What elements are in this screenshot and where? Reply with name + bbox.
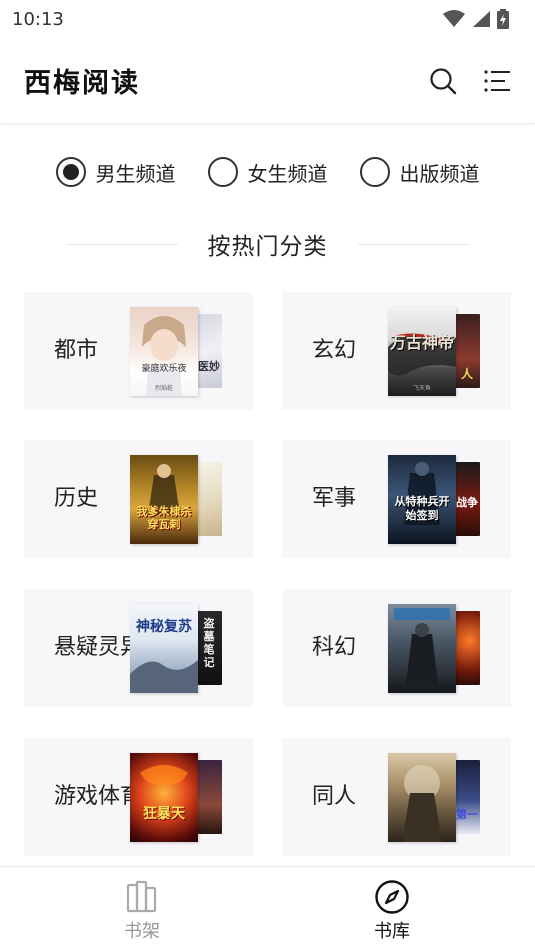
cover-title: 我爹朱棣杀穿瓦剌 xyxy=(136,505,192,531)
wifi-icon xyxy=(443,10,465,27)
book-cover-front: 狂暴天 xyxy=(130,753,198,842)
book-cover-front: 从特种兵开始签到 xyxy=(388,455,456,544)
cover-title: 神秘复苏 xyxy=(136,619,192,635)
book-cover-front xyxy=(388,753,456,842)
cover-title: 战争 xyxy=(456,496,478,509)
channel-label: 出版频道 xyxy=(399,161,480,186)
book-cover-back xyxy=(454,611,480,685)
category-card-military[interactable]: 军事 战争 从特种兵开始签到 xyxy=(282,440,511,558)
cover-title: 豪庭欢乐夜 xyxy=(141,364,187,374)
nav-label: 书库 xyxy=(374,921,410,942)
category-card-urban[interactable]: 都市 医妙 豪庭欢乐夜 烈焰乾 xyxy=(24,292,253,410)
category-label: 同人 xyxy=(312,784,357,809)
divider-right xyxy=(357,243,468,245)
bottom-navigation: 书架 书库 xyxy=(0,866,535,951)
category-label: 悬疑灵异 xyxy=(54,635,143,660)
category-label: 都市 xyxy=(54,338,99,363)
category-card-scifi[interactable]: 科幻 xyxy=(282,589,511,707)
category-label: 历史 xyxy=(54,486,99,511)
cover-title: 人 xyxy=(460,367,473,381)
app-title: 西梅阅读 xyxy=(24,68,140,99)
compass-icon xyxy=(375,880,409,914)
cover-title: 第一 xyxy=(456,808,478,821)
cover-author: 烈焰乾 xyxy=(154,385,173,392)
category-label: 游戏体育 xyxy=(54,784,143,809)
category-card-fanfiction[interactable]: 同人 第一 xyxy=(282,738,511,856)
radio-unchecked-icon[interactable] xyxy=(359,157,390,187)
nav-label: 书架 xyxy=(124,921,160,942)
book-cover-back: 战争 xyxy=(454,462,480,536)
book-cover-front: 万古神帝 飞天鱼 xyxy=(388,307,456,396)
radio-unchecked-icon[interactable] xyxy=(207,157,238,187)
book-cover-front: 我爹朱棣杀穿瓦剌 xyxy=(130,455,198,544)
section-header: 按热门分类 xyxy=(0,222,535,266)
cover-title: 万古神帝 xyxy=(389,333,454,352)
book-cover-front: 神秘复苏 xyxy=(130,604,198,693)
radio-checked-icon[interactable] xyxy=(55,157,86,187)
app-header: 西梅阅读 xyxy=(0,38,535,124)
channel-label: 男生频道 xyxy=(95,161,176,186)
book-cover-back: 医妙 xyxy=(196,314,222,388)
book-cover-back: 盗墓笔记 xyxy=(196,611,222,685)
channel-selector: 男生频道 女生频道 出版频道 xyxy=(0,152,535,192)
book-cover-front: 豪庭欢乐夜 烈焰乾 xyxy=(130,307,198,396)
status-bar: 10:13 xyxy=(0,0,535,38)
nav-library[interactable]: 书库 xyxy=(332,867,452,951)
nav-bookshelf[interactable]: 书架 xyxy=(82,867,202,951)
category-label: 科幻 xyxy=(312,635,357,660)
channel-label: 女生频道 xyxy=(247,161,328,186)
cover-author: 飞天鱼 xyxy=(412,385,431,392)
cover-title: 狂暴天 xyxy=(143,806,185,822)
book-cover-front xyxy=(388,604,456,693)
channel-female[interactable]: 女生频道 xyxy=(207,152,328,192)
cover-title: 医妙 xyxy=(198,360,220,373)
category-card-mystery[interactable]: 悬疑灵异 盗墓笔记 神秘复苏 xyxy=(24,589,253,707)
category-card-games-sports[interactable]: 游戏体育 狂暴天 xyxy=(24,738,253,856)
category-label: 军事 xyxy=(312,486,357,511)
cover-title: 盗墓笔记 xyxy=(203,617,215,669)
section-title: 按热门分类 xyxy=(207,234,328,260)
cover-title: 从特种兵开始签到 xyxy=(394,495,450,522)
bookshelf-icon xyxy=(126,880,157,913)
book-cover-back xyxy=(196,760,222,834)
category-card-fantasy[interactable]: 玄幻 人 万古神帝 飞天鱼 xyxy=(282,292,511,410)
status-icons xyxy=(443,9,509,29)
menu-icon[interactable] xyxy=(483,67,511,95)
book-cover-back xyxy=(196,462,222,536)
channel-publishing[interactable]: 出版频道 xyxy=(359,152,480,192)
channel-male[interactable]: 男生频道 xyxy=(55,152,176,192)
search-icon[interactable] xyxy=(429,67,457,95)
book-cover-back: 人 xyxy=(454,314,480,388)
signal-icon xyxy=(473,11,490,27)
book-cover-back: 第一 xyxy=(454,760,480,834)
divider-left xyxy=(67,243,178,245)
battery-icon xyxy=(497,9,509,29)
status-time: 10:13 xyxy=(12,8,64,30)
category-label: 玄幻 xyxy=(312,338,357,363)
category-card-history[interactable]: 历史 我爹朱棣杀穿瓦剌 xyxy=(24,440,253,558)
